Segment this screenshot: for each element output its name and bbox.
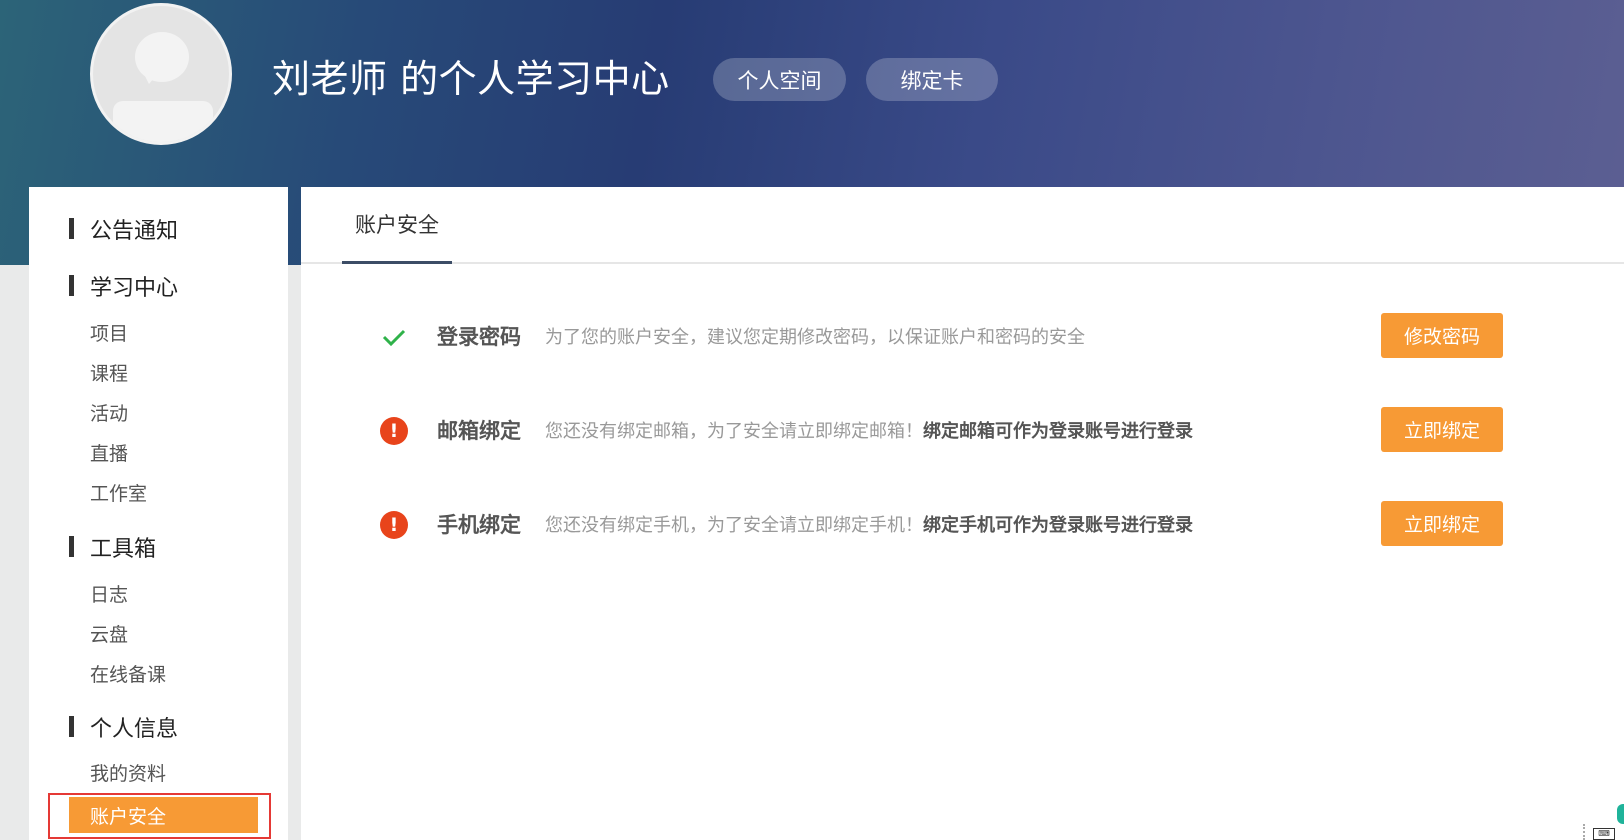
sidebar-item-online-prep[interactable]: 在线备课 — [90, 660, 166, 687]
change-password-button[interactable]: 修改密码 — [1381, 313, 1503, 358]
row-title: 登录密码 — [437, 325, 521, 349]
sidebar-item-cloud-drive[interactable]: 云盘 — [90, 620, 128, 647]
avatar[interactable] — [90, 3, 232, 145]
sidebar-section-personal-info: 个人信息 — [90, 717, 179, 742]
bind-card-button[interactable]: 绑定卡 — [866, 58, 998, 101]
personal-space-button[interactable]: 个人空间 — [713, 58, 846, 101]
sidebar-item-courses[interactable]: 课程 — [90, 359, 128, 386]
row-description: 您还没有绑定手机，为了安全请立即绑定手机！绑定手机可作为登录账号进行登录 — [545, 515, 1193, 536]
warning-icon: ! — [380, 511, 408, 539]
avatar-body-shape — [113, 101, 213, 142]
row-description: 您还没有绑定邮箱，为了安全请立即绑定邮箱！绑定邮箱可作为登录账号进行登录 — [545, 421, 1193, 442]
floating-toolbar-widget[interactable]: ⌨ — [1583, 804, 1624, 840]
sidebar-section-learning: 学习中心 — [90, 276, 179, 301]
check-icon — [382, 329, 406, 347]
sidebar-item-projects[interactable]: 项目 — [90, 319, 128, 346]
security-row-phone: ! 手机绑定 您还没有绑定手机，为了安全请立即绑定手机！绑定手机可作为登录账号进… — [301, 501, 1624, 549]
sidebar-item-activities[interactable]: 活动 — [90, 399, 128, 426]
main-panel: 账户安全 登录密码 为了您的账户安全，建议您定期修改密码，以保证账户和密码的安全… — [301, 187, 1624, 840]
bind-phone-button[interactable]: 立即绑定 — [1381, 501, 1503, 546]
chat-tab-icon[interactable] — [1617, 804, 1624, 824]
active-item-highlight-box — [48, 793, 271, 839]
sidebar: 公告通知 学习中心 项目 课程 活动 直播 工作室 工具箱 日志 云盘 在线备课… — [29, 187, 288, 840]
row-description: 为了您的账户安全，建议您定期修改密码，以保证账户和密码的安全 — [545, 327, 1085, 348]
keyboard-icon[interactable]: ⌨ — [1593, 828, 1615, 840]
page-title: 刘老师 的个人学习中心 — [272, 57, 670, 101]
row-title: 邮箱绑定 — [437, 419, 521, 443]
sidebar-item-live[interactable]: 直播 — [90, 439, 128, 466]
sidebar-section-toolbox: 工具箱 — [90, 537, 157, 562]
avatar-bubble-tail — [143, 72, 159, 84]
sidebar-section-announcements[interactable]: 公告通知 — [68, 213, 178, 245]
bind-email-button[interactable]: 立即绑定 — [1381, 407, 1503, 452]
security-row-password: 登录密码 为了您的账户安全，建议您定期修改密码，以保证账户和密码的安全 修改密码 — [301, 313, 1624, 361]
security-row-email: ! 邮箱绑定 您还没有绑定邮箱，为了安全请立即绑定邮箱！绑定邮箱可作为登录账号进… — [301, 407, 1624, 455]
tab-strip: 账户安全 — [301, 187, 1624, 264]
sidebar-item-logs[interactable]: 日志 — [90, 580, 128, 607]
row-title: 手机绑定 — [437, 513, 521, 537]
warning-icon: ! — [380, 417, 408, 445]
drag-handle-icon[interactable] — [1583, 824, 1587, 840]
sidebar-item-my-profile[interactable]: 我的资料 — [90, 759, 166, 786]
tab-account-security[interactable]: 账户安全 — [342, 187, 452, 264]
sidebar-item-studio[interactable]: 工作室 — [90, 479, 147, 506]
